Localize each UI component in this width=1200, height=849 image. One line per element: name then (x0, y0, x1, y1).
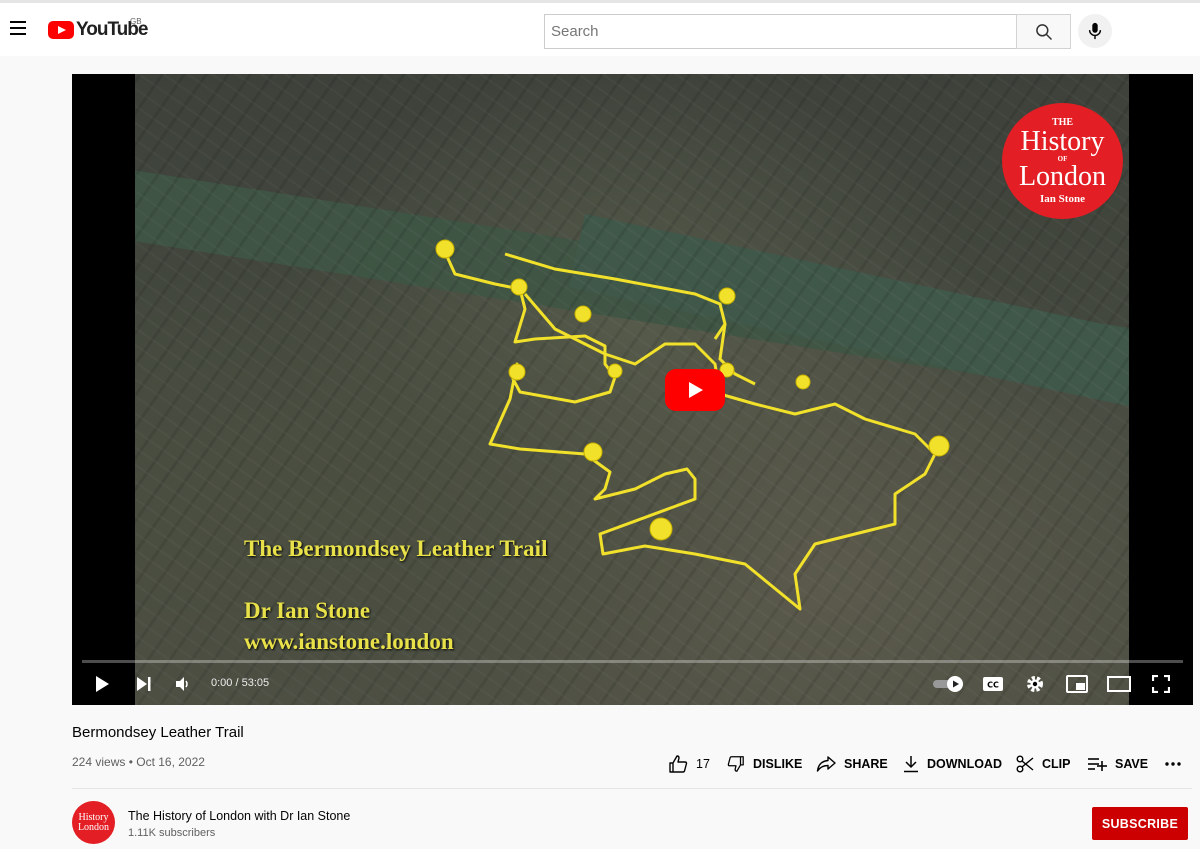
time-display: 0:00 / 53:05 (211, 677, 270, 689)
play-button[interactable] (84, 666, 120, 702)
settings-button[interactable] (1017, 666, 1053, 702)
video-meta: 224 views • Oct 16, 2022 (72, 755, 205, 769)
trail-marker (928, 435, 950, 457)
fullscreen-icon (1152, 675, 1170, 693)
trail-marker (510, 278, 528, 296)
menu-icon[interactable] (6, 17, 30, 41)
closed-captions-icon: CC (983, 677, 1003, 691)
clip-button[interactable]: CLIP (1016, 752, 1070, 776)
miniplayer-button[interactable] (1059, 666, 1095, 702)
next-button[interactable] (126, 666, 162, 702)
volume-button[interactable] (165, 666, 201, 702)
save-button[interactable]: SAVE (1087, 752, 1148, 776)
thumbs-up-icon (669, 755, 688, 773)
dislike-label: DISLIKE (753, 757, 803, 771)
trail-marker (508, 363, 526, 381)
search-input[interactable] (544, 14, 1016, 49)
download-label: DOWNLOAD (927, 757, 1002, 771)
gear-icon (1027, 676, 1043, 692)
svg-text:CC: CC (987, 681, 999, 690)
next-icon (137, 677, 151, 691)
search-bar (544, 14, 1071, 49)
badge-london: London (1018, 160, 1107, 192)
trail-marker (607, 363, 623, 379)
voice-search-button[interactable] (1078, 14, 1112, 48)
large-play-button[interactable] (665, 369, 725, 411)
divider (72, 788, 1192, 789)
trail-marker (583, 442, 603, 462)
channel-avatar[interactable]: History London (72, 801, 115, 844)
add-to-playlist-icon (1088, 758, 1107, 771)
theater-mode-button[interactable] (1101, 666, 1137, 702)
avatar-line-history: History (78, 811, 109, 823)
volume-icon (176, 677, 188, 691)
like-button[interactable]: 17 (668, 752, 710, 776)
video-player[interactable]: THE History OF London Ian Stone The Berm… (72, 74, 1193, 705)
share-button[interactable]: SHARE (816, 752, 888, 776)
share-label: SHARE (844, 757, 888, 771)
masthead: YouTube GB (0, 0, 1200, 56)
subscriber-count: 1.11K subscribers (128, 827, 216, 839)
share-icon (816, 756, 836, 772)
badge-history: History (1020, 125, 1105, 157)
badge-author: Ian Stone (1040, 192, 1085, 205)
theater-mode-icon (1107, 676, 1131, 692)
trail-marker (649, 517, 673, 541)
autoplay-toggle-icon (933, 676, 963, 692)
microphone-icon (1088, 22, 1102, 40)
channel-name[interactable]: The History of London with Dr Ian Stone (128, 809, 350, 823)
fullscreen-button[interactable] (1143, 666, 1179, 702)
youtube-play-logo-icon (48, 21, 74, 39)
autoplay-toggle[interactable] (929, 666, 969, 702)
search-button[interactable] (1016, 14, 1071, 49)
clip-label: CLIP (1042, 757, 1071, 771)
video-overlay-title: The Bermondsey Leather Trail (244, 536, 548, 561)
video-overlay-author: Dr Ian Stone (244, 598, 371, 623)
like-count: 17 (696, 757, 710, 771)
more-actions-button[interactable] (1164, 752, 1190, 776)
trail-marker (718, 287, 736, 305)
subscribe-button[interactable]: SUBSCRIBE (1092, 807, 1188, 840)
video-overlay-website: www.ianstone.london (244, 629, 454, 654)
trail-marker (574, 305, 592, 323)
avatar-line-london: London (77, 821, 110, 833)
progress-bar[interactable] (82, 660, 1183, 663)
dislike-button[interactable]: DISLIKE (727, 752, 802, 776)
player-controls: 0:00 / 53:05 CC (72, 666, 1193, 702)
video-frame[interactable]: THE History OF London Ian Stone The Berm… (135, 74, 1129, 705)
more-horizontal-icon (1165, 762, 1181, 766)
trail-marker (795, 374, 811, 390)
miniplayer-icon (1066, 675, 1088, 693)
download-icon (904, 756, 918, 773)
thumbs-down-icon (727, 756, 744, 772)
play-icon (96, 676, 109, 692)
channel-watermark-logo: THE History OF London Ian Stone (1002, 103, 1123, 219)
scissors-icon (1016, 755, 1034, 773)
save-label: SAVE (1115, 757, 1149, 771)
region-label: GB (130, 17, 142, 26)
video-title: Bermondsey Leather Trail (72, 724, 244, 741)
download-button[interactable]: DOWNLOAD (903, 752, 1002, 776)
subtitles-button[interactable]: CC (975, 666, 1011, 702)
search-icon (1035, 23, 1052, 40)
trail-marker (435, 239, 455, 259)
